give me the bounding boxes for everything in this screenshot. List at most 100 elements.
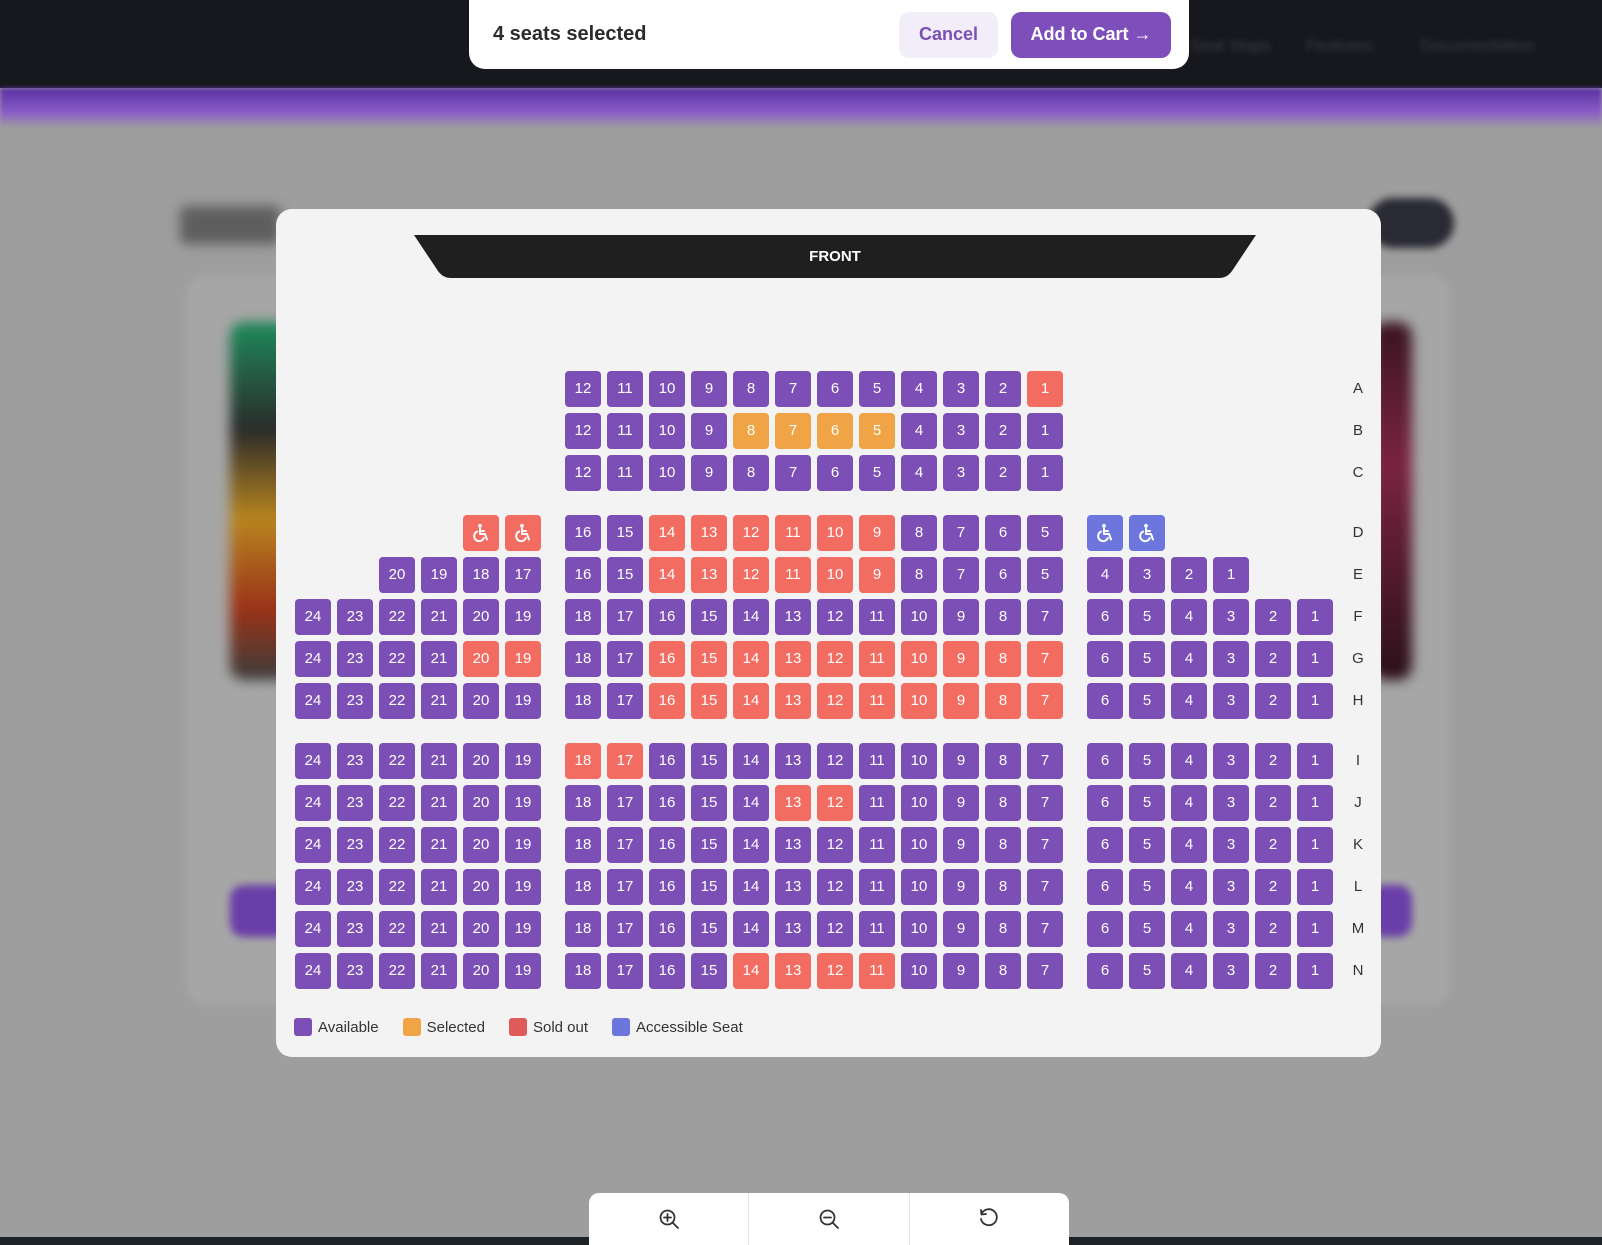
seat-m-20[interactable]: 20 [463, 911, 499, 947]
seat-k-5[interactable]: 5 [1129, 827, 1165, 863]
seat-c-12[interactable]: 12 [565, 455, 601, 491]
seat-a-11[interactable]: 11 [607, 371, 643, 407]
seat-e-3[interactable]: 3 [1129, 557, 1165, 593]
seat-l-23[interactable]: 23 [337, 869, 373, 905]
seat-k-7[interactable]: 7 [1027, 827, 1063, 863]
seat-m-22[interactable]: 22 [379, 911, 415, 947]
seat-i-5[interactable]: 5 [1129, 743, 1165, 779]
seat-e-15[interactable]: 15 [607, 557, 643, 593]
seat-f-2[interactable]: 2 [1255, 599, 1291, 635]
seat-n-9[interactable]: 9 [943, 953, 979, 989]
seat-n-7[interactable]: 7 [1027, 953, 1063, 989]
seat-k-9[interactable]: 9 [943, 827, 979, 863]
cancel-button[interactable]: Cancel [899, 11, 998, 58]
seat-g-2[interactable]: 2 [1255, 641, 1291, 677]
seat-f-10[interactable]: 10 [901, 599, 937, 635]
seat-e-19[interactable]: 19 [421, 557, 457, 593]
seat-b-4[interactable]: 4 [901, 413, 937, 449]
seat-j-14[interactable]: 14 [733, 785, 769, 821]
seat-e-20[interactable]: 20 [379, 557, 415, 593]
seat-c-7[interactable]: 7 [775, 455, 811, 491]
seat-n-22[interactable]: 22 [379, 953, 415, 989]
seat-k-1[interactable]: 1 [1297, 827, 1333, 863]
seat-j-16[interactable]: 16 [649, 785, 685, 821]
seat-l-15[interactable]: 15 [691, 869, 727, 905]
seat-b-9[interactable]: 9 [691, 413, 727, 449]
seat-d-6[interactable]: 6 [985, 515, 1021, 551]
seat-m-15[interactable]: 15 [691, 911, 727, 947]
seat-e-16[interactable]: 16 [565, 557, 601, 593]
seat-i-12[interactable]: 12 [817, 743, 853, 779]
seat-b-10[interactable]: 10 [649, 413, 685, 449]
seat-l-20[interactable]: 20 [463, 869, 499, 905]
seat-m-12[interactable]: 12 [817, 911, 853, 947]
seat-l-6[interactable]: 6 [1087, 869, 1123, 905]
seat-b-12[interactable]: 12 [565, 413, 601, 449]
seat-b-11[interactable]: 11 [607, 413, 643, 449]
seat-f-5[interactable]: 5 [1129, 599, 1165, 635]
zoom-out-button[interactable] [749, 1193, 910, 1245]
seat-k-2[interactable]: 2 [1255, 827, 1291, 863]
seat-f-13[interactable]: 13 [775, 599, 811, 635]
seat-j-15[interactable]: 15 [691, 785, 727, 821]
seat-k-4[interactable]: 4 [1171, 827, 1207, 863]
seat-b-7[interactable]: 7 [775, 413, 811, 449]
zoom-in-button[interactable] [589, 1193, 750, 1245]
seat-d-accessible-0[interactable] [1087, 515, 1123, 551]
seat-g-17[interactable]: 17 [607, 641, 643, 677]
seat-k-6[interactable]: 6 [1087, 827, 1123, 863]
seat-l-18[interactable]: 18 [565, 869, 601, 905]
seat-f-11[interactable]: 11 [859, 599, 895, 635]
seat-f-22[interactable]: 22 [379, 599, 415, 635]
seat-d-5[interactable]: 5 [1027, 515, 1063, 551]
seat-l-7[interactable]: 7 [1027, 869, 1063, 905]
seat-f-12[interactable]: 12 [817, 599, 853, 635]
seat-h-24[interactable]: 24 [295, 683, 331, 719]
seat-n-20[interactable]: 20 [463, 953, 499, 989]
seat-e-5[interactable]: 5 [1027, 557, 1063, 593]
seat-n-16[interactable]: 16 [649, 953, 685, 989]
add-to-cart-button[interactable]: Add to Cart → [1011, 11, 1171, 58]
seat-e-4[interactable]: 4 [1087, 557, 1123, 593]
seat-c-2[interactable]: 2 [985, 455, 1021, 491]
seat-j-3[interactable]: 3 [1213, 785, 1249, 821]
seat-f-1[interactable]: 1 [1297, 599, 1333, 635]
seat-j-23[interactable]: 23 [337, 785, 373, 821]
seat-l-11[interactable]: 11 [859, 869, 895, 905]
seat-f-9[interactable]: 9 [943, 599, 979, 635]
seat-l-13[interactable]: 13 [775, 869, 811, 905]
seat-i-4[interactable]: 4 [1171, 743, 1207, 779]
seat-a-9[interactable]: 9 [691, 371, 727, 407]
seat-c-11[interactable]: 11 [607, 455, 643, 491]
seat-d-15[interactable]: 15 [607, 515, 643, 551]
seat-e-1[interactable]: 1 [1213, 557, 1249, 593]
seat-l-10[interactable]: 10 [901, 869, 937, 905]
seat-m-5[interactable]: 5 [1129, 911, 1165, 947]
seat-e-8[interactable]: 8 [901, 557, 937, 593]
seat-b-5[interactable]: 5 [859, 413, 895, 449]
seat-c-4[interactable]: 4 [901, 455, 937, 491]
seat-l-21[interactable]: 21 [421, 869, 457, 905]
seat-g-18[interactable]: 18 [565, 641, 601, 677]
seat-m-4[interactable]: 4 [1171, 911, 1207, 947]
seat-m-9[interactable]: 9 [943, 911, 979, 947]
seat-g-6[interactable]: 6 [1087, 641, 1123, 677]
seat-k-12[interactable]: 12 [817, 827, 853, 863]
seat-l-1[interactable]: 1 [1297, 869, 1333, 905]
seat-j-6[interactable]: 6 [1087, 785, 1123, 821]
seat-m-3[interactable]: 3 [1213, 911, 1249, 947]
seat-l-5[interactable]: 5 [1129, 869, 1165, 905]
seat-e-7[interactable]: 7 [943, 557, 979, 593]
seat-g-5[interactable]: 5 [1129, 641, 1165, 677]
seat-e-2[interactable]: 2 [1171, 557, 1207, 593]
seat-c-9[interactable]: 9 [691, 455, 727, 491]
seat-m-13[interactable]: 13 [775, 911, 811, 947]
seat-j-21[interactable]: 21 [421, 785, 457, 821]
seat-c-8[interactable]: 8 [733, 455, 769, 491]
seat-m-6[interactable]: 6 [1087, 911, 1123, 947]
seat-m-24[interactable]: 24 [295, 911, 331, 947]
seat-m-21[interactable]: 21 [421, 911, 457, 947]
seat-n-10[interactable]: 10 [901, 953, 937, 989]
seat-n-6[interactable]: 6 [1087, 953, 1123, 989]
seat-f-4[interactable]: 4 [1171, 599, 1207, 635]
